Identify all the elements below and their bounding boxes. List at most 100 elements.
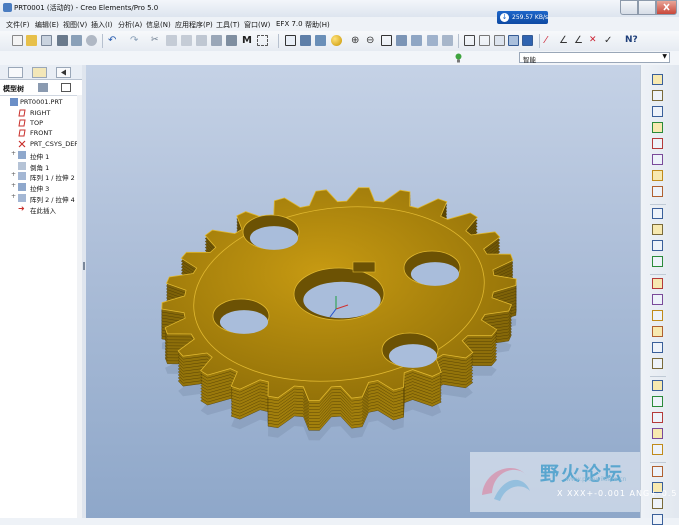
menu-help[interactable]: 帮助(H)	[305, 20, 330, 30]
enhanced-realism-icon[interactable]	[522, 35, 533, 46]
tree-item-right[interactable]: RIGHT	[0, 108, 82, 118]
close-button[interactable]	[656, 0, 677, 15]
csys-toggle-icon[interactable]: ✕	[589, 35, 600, 46]
redo-icon[interactable]: ↷	[130, 35, 141, 46]
model-player-icon[interactable]	[226, 35, 237, 46]
print-icon[interactable]	[57, 35, 68, 46]
datum-axis-icon[interactable]	[652, 106, 663, 117]
tab-model-tree[interactable]	[8, 67, 23, 78]
chamfer-icon[interactable]	[652, 358, 663, 369]
sketch-icon[interactable]	[652, 74, 663, 85]
undo-icon[interactable]: ↶	[108, 35, 119, 46]
view-manager-icon[interactable]	[442, 35, 453, 46]
tree-item-csys[interactable]: PRT_CSYS_DEF	[0, 139, 82, 149]
datum-plane-icon[interactable]	[652, 90, 663, 101]
tree-item-chamfer-1[interactable]: 倒角 1	[0, 161, 82, 172]
datum-point-icon[interactable]	[652, 138, 663, 149]
expand-icon[interactable]: +	[11, 182, 16, 189]
minimize-button[interactable]	[620, 0, 638, 15]
revolve-icon[interactable]	[652, 224, 663, 235]
menu-efx[interactable]: EFX 7.0	[276, 20, 303, 28]
expand-icon[interactable]: +	[11, 171, 16, 178]
menu-window[interactable]: 窗口(W)	[244, 20, 270, 30]
tree-item-pattern-2[interactable]: + 阵列 2 / 拉伸 4	[0, 193, 82, 204]
mirror-icon[interactable]	[652, 396, 663, 407]
datum-axis-toggle-icon[interactable]: ∠	[559, 35, 570, 46]
email-icon[interactable]	[41, 35, 52, 46]
layers-icon[interactable]	[427, 35, 438, 46]
menu-view[interactable]: 视图(V)	[63, 20, 87, 30]
save-icon[interactable]	[71, 35, 82, 46]
no-hidden-icon[interactable]	[494, 35, 505, 46]
tree-item-front[interactable]: FRONT	[0, 128, 82, 138]
paste-icon[interactable]	[181, 35, 192, 46]
sweep-icon[interactable]	[652, 240, 663, 251]
menu-file[interactable]: 文件(F)	[6, 20, 30, 30]
lightbulb-icon[interactable]	[455, 53, 462, 63]
round-icon[interactable]	[652, 342, 663, 353]
menu-info[interactable]: 信息(N)	[146, 20, 171, 30]
repaint-icon[interactable]	[285, 35, 296, 46]
datum-curve-icon[interactable]	[652, 122, 663, 133]
hidden-line-icon[interactable]	[479, 35, 490, 46]
open-folder-icon[interactable]	[26, 35, 37, 46]
menu-tools[interactable]: 工具(T)	[216, 20, 240, 30]
orient-icon[interactable]	[315, 35, 326, 46]
selection-filter-dropdown[interactable]: 智能 ▼	[519, 52, 670, 64]
tree-item-insert-here[interactable]: ➜ 在此插入	[0, 204, 82, 216]
gear-model[interactable]	[86, 65, 640, 518]
paste-special-icon[interactable]	[196, 35, 207, 46]
offset-icon[interactable]	[652, 444, 663, 455]
extend-icon[interactable]	[652, 498, 663, 509]
tab-favorites[interactable]	[56, 67, 71, 78]
tree-root[interactable]: PRT0001.PRT	[0, 97, 82, 107]
edit-icon[interactable]	[652, 186, 663, 197]
datum-plane-toggle-icon[interactable]: ⁄	[545, 35, 556, 46]
maximize-button[interactable]	[638, 0, 656, 15]
graphics-window[interactable]	[86, 65, 640, 518]
expand-icon[interactable]: +	[11, 193, 16, 200]
save-copy-icon[interactable]	[86, 35, 97, 46]
tree-item-extrude-3[interactable]: + 拉伸 3	[0, 182, 82, 193]
help-icon[interactable]: N?	[625, 35, 638, 46]
zoom-out-icon[interactable]: ⊖	[366, 35, 377, 46]
extrude-icon[interactable]	[652, 208, 663, 219]
saved-views-icon[interactable]	[411, 35, 422, 46]
menu-analysis[interactable]: 分析(A)	[118, 20, 142, 30]
datum-point-toggle-icon[interactable]: ∠	[574, 35, 585, 46]
spin-center-icon[interactable]	[300, 35, 311, 46]
tree-settings-icon[interactable]	[38, 83, 48, 92]
blend-icon[interactable]	[652, 256, 663, 267]
tree-columns-icon[interactable]	[61, 83, 71, 92]
thicken-icon[interactable]	[652, 466, 663, 477]
annotation-toggle-icon[interactable]: ✓	[604, 35, 615, 46]
cut-icon[interactable]: ✂	[151, 35, 162, 46]
select-box-icon[interactable]	[257, 35, 268, 46]
trim-icon[interactable]	[652, 428, 663, 439]
tab-folder-browser[interactable]	[32, 67, 47, 78]
shell-icon[interactable]	[652, 294, 663, 305]
tree-item-top[interactable]: TOP	[0, 118, 82, 128]
draft-icon[interactable]	[652, 326, 663, 337]
appearance-icon[interactable]	[331, 35, 342, 46]
new-icon[interactable]	[12, 35, 23, 46]
find-icon[interactable]: M	[242, 35, 253, 46]
splitter-grip[interactable]	[83, 262, 85, 270]
expand-icon[interactable]: +	[11, 150, 16, 157]
menu-applications[interactable]: 应用程序(P)	[175, 20, 213, 30]
shading-icon[interactable]	[508, 35, 519, 46]
menu-insert[interactable]: 插入(I)	[91, 20, 113, 30]
merge-icon[interactable]	[652, 412, 663, 423]
copy-feature-icon[interactable]	[652, 380, 663, 391]
rib-icon[interactable]	[652, 310, 663, 321]
refit-icon[interactable]	[381, 35, 392, 46]
regenerate-icon[interactable]	[211, 35, 222, 46]
zoom-in-icon[interactable]: ⊕	[351, 35, 362, 46]
wireframe-icon[interactable]	[464, 35, 475, 46]
csys-icon[interactable]	[652, 154, 663, 165]
tree-item-extrude-1[interactable]: + 拉伸 1	[0, 150, 82, 161]
menu-edit[interactable]: 编辑(E)	[35, 20, 59, 30]
analysis-icon[interactable]	[652, 170, 663, 181]
copy-icon[interactable]	[166, 35, 177, 46]
tree-item-pattern-1[interactable]: + 阵列 1 / 拉伸 2	[0, 171, 82, 182]
